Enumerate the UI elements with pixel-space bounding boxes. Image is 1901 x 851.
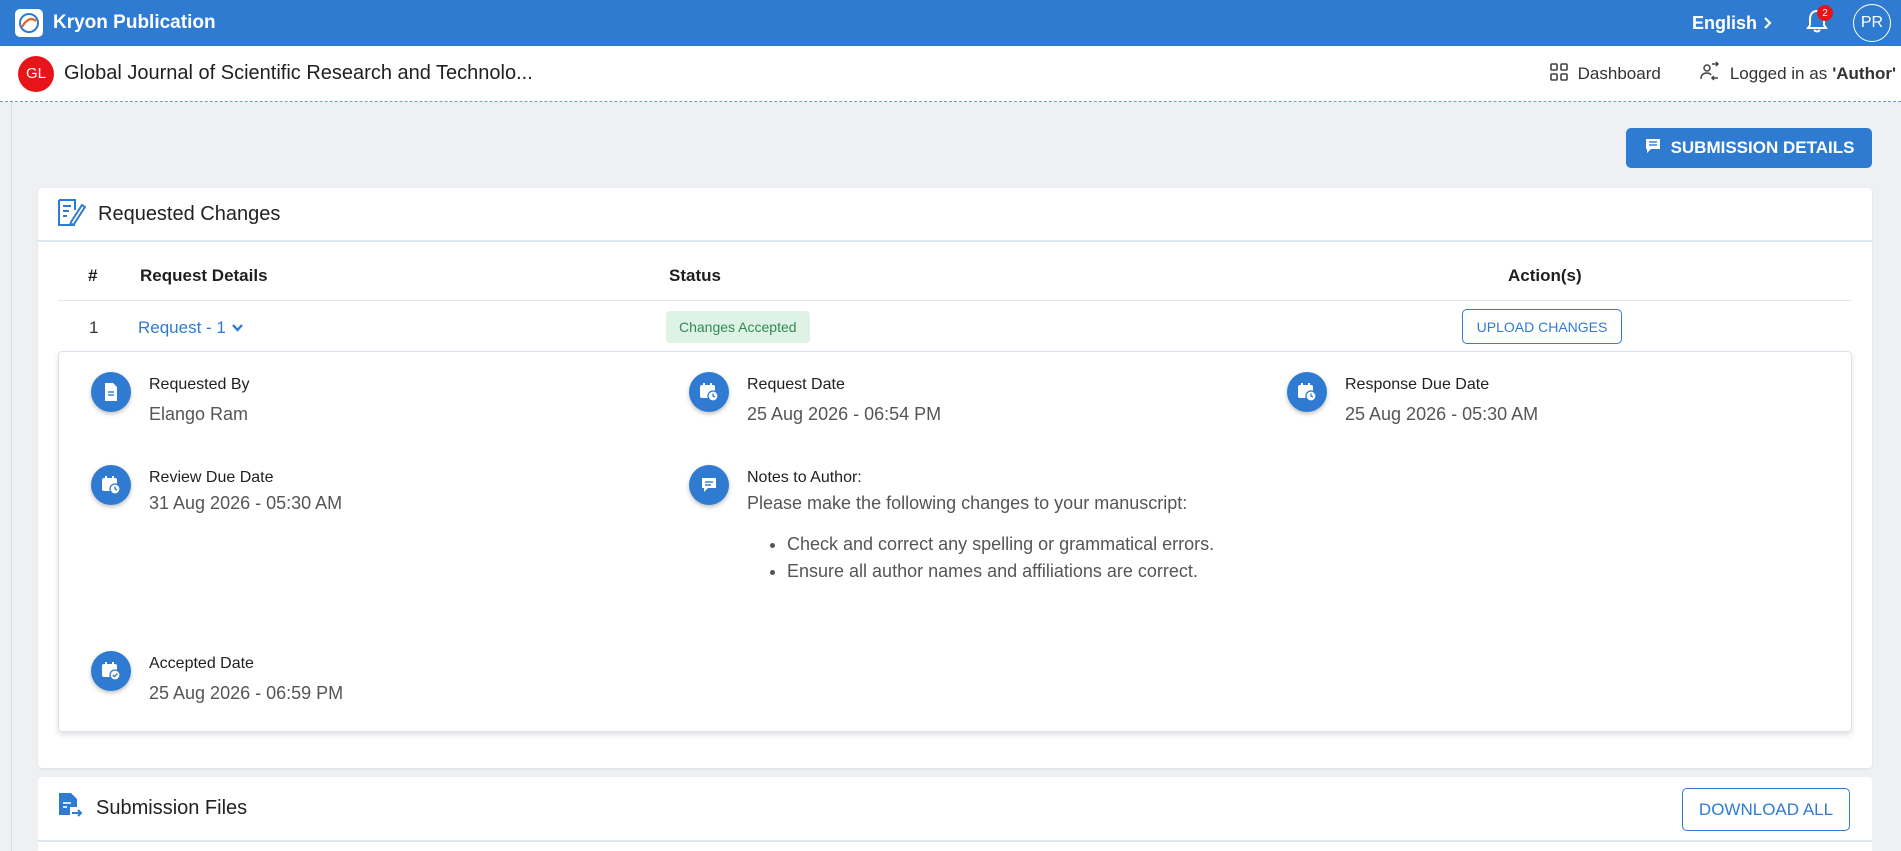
requested-by-field: Requested By Elango Ram	[91, 372, 250, 425]
table-divider	[58, 300, 1852, 301]
submission-files-header: Submission Files	[38, 777, 1872, 842]
requested-by-label: Requested By	[149, 376, 250, 393]
request-details-panel: Requested By Elango Ram Request Date 25 …	[58, 351, 1852, 732]
notes-list-item: Ensure all author names and affiliations…	[787, 561, 1214, 582]
document-icon	[91, 372, 131, 412]
calendar-clock-icon	[689, 372, 729, 412]
accepted-date-value: 25 Aug 2026 - 06:59 PM	[149, 683, 344, 703]
request-date-field: Request Date 25 Aug 2026 - 06:54 PM	[689, 372, 941, 425]
language-label: English	[1691, 12, 1757, 33]
requested-changes-title: Requested Changes	[98, 202, 281, 225]
app-title: Kryon Publication	[53, 12, 216, 33]
response-due-date-value: 25 Aug 2026 - 05:30 AM	[1345, 404, 1539, 424]
user-switch-icon	[1699, 60, 1730, 88]
submission-details-label: SUBMISSION DETAILS	[1670, 138, 1855, 157]
chevron-right-icon	[1763, 16, 1773, 30]
response-due-date-label: Response Due Date	[1345, 376, 1490, 393]
calendar-check-icon	[91, 651, 131, 691]
column-header-details: Request Details	[140, 266, 268, 285]
requested-changes-card: Requested Changes # Request Details Stat…	[38, 188, 1872, 768]
calendar-clock-icon	[1287, 372, 1327, 412]
request-label: Request - 1	[138, 318, 226, 337]
row-number: 1	[89, 318, 99, 337]
notes-list: Check and correct any spelling or gramma…	[747, 534, 1214, 582]
chevron-down-icon	[226, 318, 244, 338]
dashboard-link[interactable]: Dashboard	[1549, 62, 1661, 87]
submission-files-title: Submission Files	[96, 797, 248, 819]
review-due-date-value: 31 Aug 2026 - 05:30 AM	[149, 493, 343, 513]
app-header: Kryon Publication English 2 PR	[0, 0, 1901, 46]
language-selector[interactable]: English	[1692, 13, 1773, 34]
user-avatar[interactable]: PR	[1853, 4, 1891, 42]
notification-count-badge: 2	[1817, 5, 1833, 21]
notes-label: Notes to Author:	[747, 469, 862, 486]
column-header-status: Status	[669, 266, 721, 285]
accepted-date-label: Accepted Date	[149, 655, 254, 672]
notes-intro: Please make the following changes to you…	[747, 493, 1188, 513]
notifications-button[interactable]: 2	[1801, 5, 1833, 39]
column-header-actions: Action(s)	[1508, 266, 1582, 285]
requested-changes-header: Requested Changes	[38, 188, 1872, 242]
upload-changes-button[interactable]: UPLOAD CHANGES	[1462, 309, 1622, 344]
file-export-icon	[56, 791, 96, 826]
calendar-clock-icon	[91, 465, 131, 505]
journal-title: Global Journal of Scientific Research an…	[64, 62, 533, 84]
notes-to-author-field: Notes to Author: Please make the followi…	[689, 465, 1214, 588]
request-date-label: Request Date	[747, 376, 845, 393]
journal-header: GL Global Journal of Scientific Research…	[0, 46, 1901, 102]
logged-in-prefix: Logged in as	[1729, 64, 1828, 83]
edit-document-icon	[56, 196, 98, 233]
left-sidebar-strip	[0, 102, 12, 851]
app-logo-icon	[15, 9, 43, 37]
document-list-icon	[1644, 137, 1671, 160]
review-due-date-field: Review Due Date 31 Aug 2026 - 05:30 AM	[91, 465, 342, 514]
submission-files-card: Submission Files DOWNLOAD ALL	[38, 777, 1872, 851]
download-all-button[interactable]: DOWNLOAD ALL	[1682, 788, 1850, 831]
dashboard-label: Dashboard	[1577, 64, 1661, 83]
review-due-date-label: Review Due Date	[149, 469, 274, 486]
status-badge: Changes Accepted	[666, 311, 810, 343]
logged-in-role: 'Author'	[1832, 64, 1896, 83]
role-switcher[interactable]: Logged in as 'Author'	[1699, 60, 1896, 88]
request-date-value: 25 Aug 2026 - 06:54 PM	[747, 404, 942, 424]
journal-badge: GL	[18, 55, 54, 92]
response-due-date-field: Response Due Date 25 Aug 2026 - 05:30 AM	[1287, 372, 1538, 425]
chat-bubble-icon	[689, 465, 729, 505]
notes-list-item: Check and correct any spelling or gramma…	[787, 534, 1214, 555]
accepted-date-field: Accepted Date 25 Aug 2026 - 06:59 PM	[91, 651, 343, 704]
request-toggle[interactable]: Request - 1	[138, 318, 244, 338]
column-header-num: #	[88, 266, 98, 285]
dashboard-grid-icon	[1549, 62, 1578, 87]
submission-details-button[interactable]: SUBMISSION DETAILS	[1626, 128, 1872, 168]
requested-by-value: Elango Ram	[149, 404, 249, 424]
